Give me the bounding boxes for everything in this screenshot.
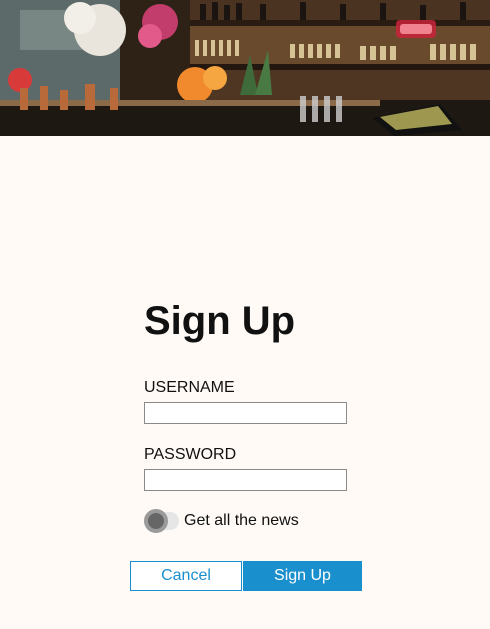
password-input[interactable] [144,469,347,491]
username-label: USERNAME [144,379,235,396]
cancel-button[interactable]: Cancel [130,561,242,591]
page-title: Sign Up [144,299,296,343]
toggle-knob[interactable] [144,509,168,533]
newsletter-label: Get all the news [184,512,299,529]
signup-form: Sign Up USERNAME PASSWORD Get all the ne… [144,298,374,533]
sign-up-button[interactable]: Sign Up [243,561,362,591]
hero-image [0,0,490,136]
username-input[interactable] [144,402,347,424]
newsletter-toggle[interactable]: Get all the news [144,509,299,533]
toggle-track[interactable] [144,509,179,533]
password-label: PASSWORD [144,446,237,463]
bar-photo-illustration [0,0,490,136]
